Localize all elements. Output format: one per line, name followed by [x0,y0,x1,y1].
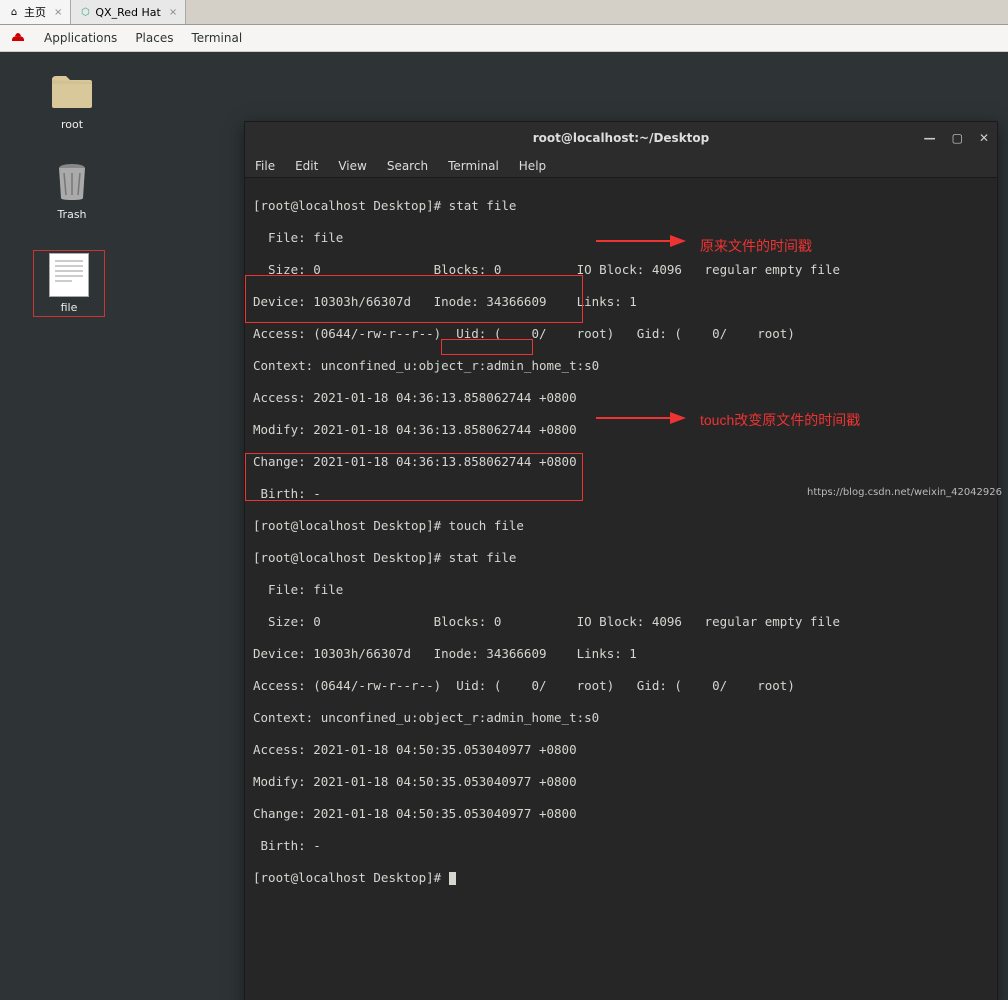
tab-label: QX_Red Hat [95,6,160,19]
terminal-line: File: file [253,582,989,598]
terminal-line: Access: (0644/-rw-r--r--) Uid: ( 0/ root… [253,678,989,694]
desktop-icon-trash[interactable]: Trash [36,160,108,221]
terminal-line: Size: 0 Blocks: 0 IO Block: 4096 regular… [253,614,989,630]
close-icon[interactable]: × [169,7,177,18]
terminal-window: root@localhost:~/Desktop — ▢ ✕ File Edit… [244,121,998,1000]
terminal-line: Size: 0 Blocks: 0 IO Block: 4096 regular… [253,262,989,278]
close-icon[interactable]: × [54,7,62,18]
close-icon[interactable]: ✕ [979,131,989,145]
terminal-line: Device: 10303h/66307d Inode: 34366609 Li… [253,646,989,662]
cursor-icon [449,872,456,885]
desktop-icon-label: file [36,301,102,314]
terminal-line: [root@localhost Desktop]# [253,870,989,886]
menu-applications[interactable]: Applications [44,31,117,45]
desktop-icon-label: Trash [36,208,108,221]
terminal-line: [root@localhost Desktop]# stat file [253,198,989,214]
desktop-icon-label: root [36,118,108,131]
gnome-top-bar: Applications Places Terminal [0,25,1008,52]
terminal-output[interactable]: [root@localhost Desktop]# stat file File… [245,178,997,1000]
terminal-line: Device: 10303h/66307d Inode: 34366609 Li… [253,294,989,310]
terminal-line: Birth: - [253,838,989,854]
menu-file[interactable]: File [255,159,275,173]
terminal-line: [root@localhost Desktop]# stat file [253,550,989,566]
home-icon: ⌂ [8,6,20,18]
file-icon [49,253,89,297]
terminal-line: [root@localhost Desktop]# touch file [253,518,989,534]
desktop-icon-root[interactable]: root [36,70,108,131]
menu-places[interactable]: Places [135,31,173,45]
menu-edit[interactable]: Edit [295,159,318,173]
menu-view[interactable]: View [338,159,366,173]
terminal-line: Change: 2021-01-18 04:50:35.053040977 +0… [253,806,989,822]
terminal-line: Context: unconfined_u:object_r:admin_hom… [253,358,989,374]
annotation-label-touch: touch改变原文件的时间戳 [700,410,860,430]
terminal-line: Context: unconfined_u:object_r:admin_hom… [253,710,989,726]
folder-icon [50,72,94,112]
menu-terminal[interactable]: Terminal [191,31,242,45]
watermark: https://blog.csdn.net/weixin_42042926 [807,487,1002,498]
terminal-line: Modify: 2021-01-18 04:50:35.053040977 +0… [253,774,989,790]
terminal-line: Modify: 2021-01-18 04:36:13.858062744 +0… [253,422,989,438]
terminal-line: Change: 2021-01-18 04:36:13.858062744 +0… [253,454,989,470]
terminal-line: Access: 2021-01-18 04:50:35.053040977 +0… [253,742,989,758]
desktop-icon-file[interactable]: file [33,250,105,317]
desktop[interactable]: root Trash file root@localhost:~/Desktop… [0,52,1008,500]
redhat-logo-icon [10,30,26,46]
trash-icon [54,162,90,202]
browser-tab-strip: ⌂ 主页 × ⬡ QX_Red Hat × [0,0,1008,25]
terminal-line: Access: (0644/-rw-r--r--) Uid: ( 0/ root… [253,326,989,342]
annotation-label-original: 原来文件的时间戳 [700,236,812,256]
terminal-titlebar[interactable]: root@localhost:~/Desktop — ▢ ✕ [245,122,997,154]
hexagon-icon: ⬡ [79,6,91,18]
browser-tab-redhat[interactable]: ⬡ QX_Red Hat × [71,0,186,24]
minimize-icon[interactable]: — [924,131,936,145]
terminal-line: Access: 2021-01-18 04:36:13.858062744 +0… [253,390,989,406]
browser-tab-home[interactable]: ⌂ 主页 × [0,0,71,24]
terminal-line: File: file [253,230,989,246]
terminal-menubar: File Edit View Search Terminal Help [245,154,997,178]
menu-help[interactable]: Help [519,159,546,173]
maximize-icon[interactable]: ▢ [952,131,963,145]
terminal-title: root@localhost:~/Desktop [533,131,710,145]
tab-label: 主页 [24,4,46,20]
menu-terminal[interactable]: Terminal [448,159,499,173]
menu-search[interactable]: Search [387,159,428,173]
